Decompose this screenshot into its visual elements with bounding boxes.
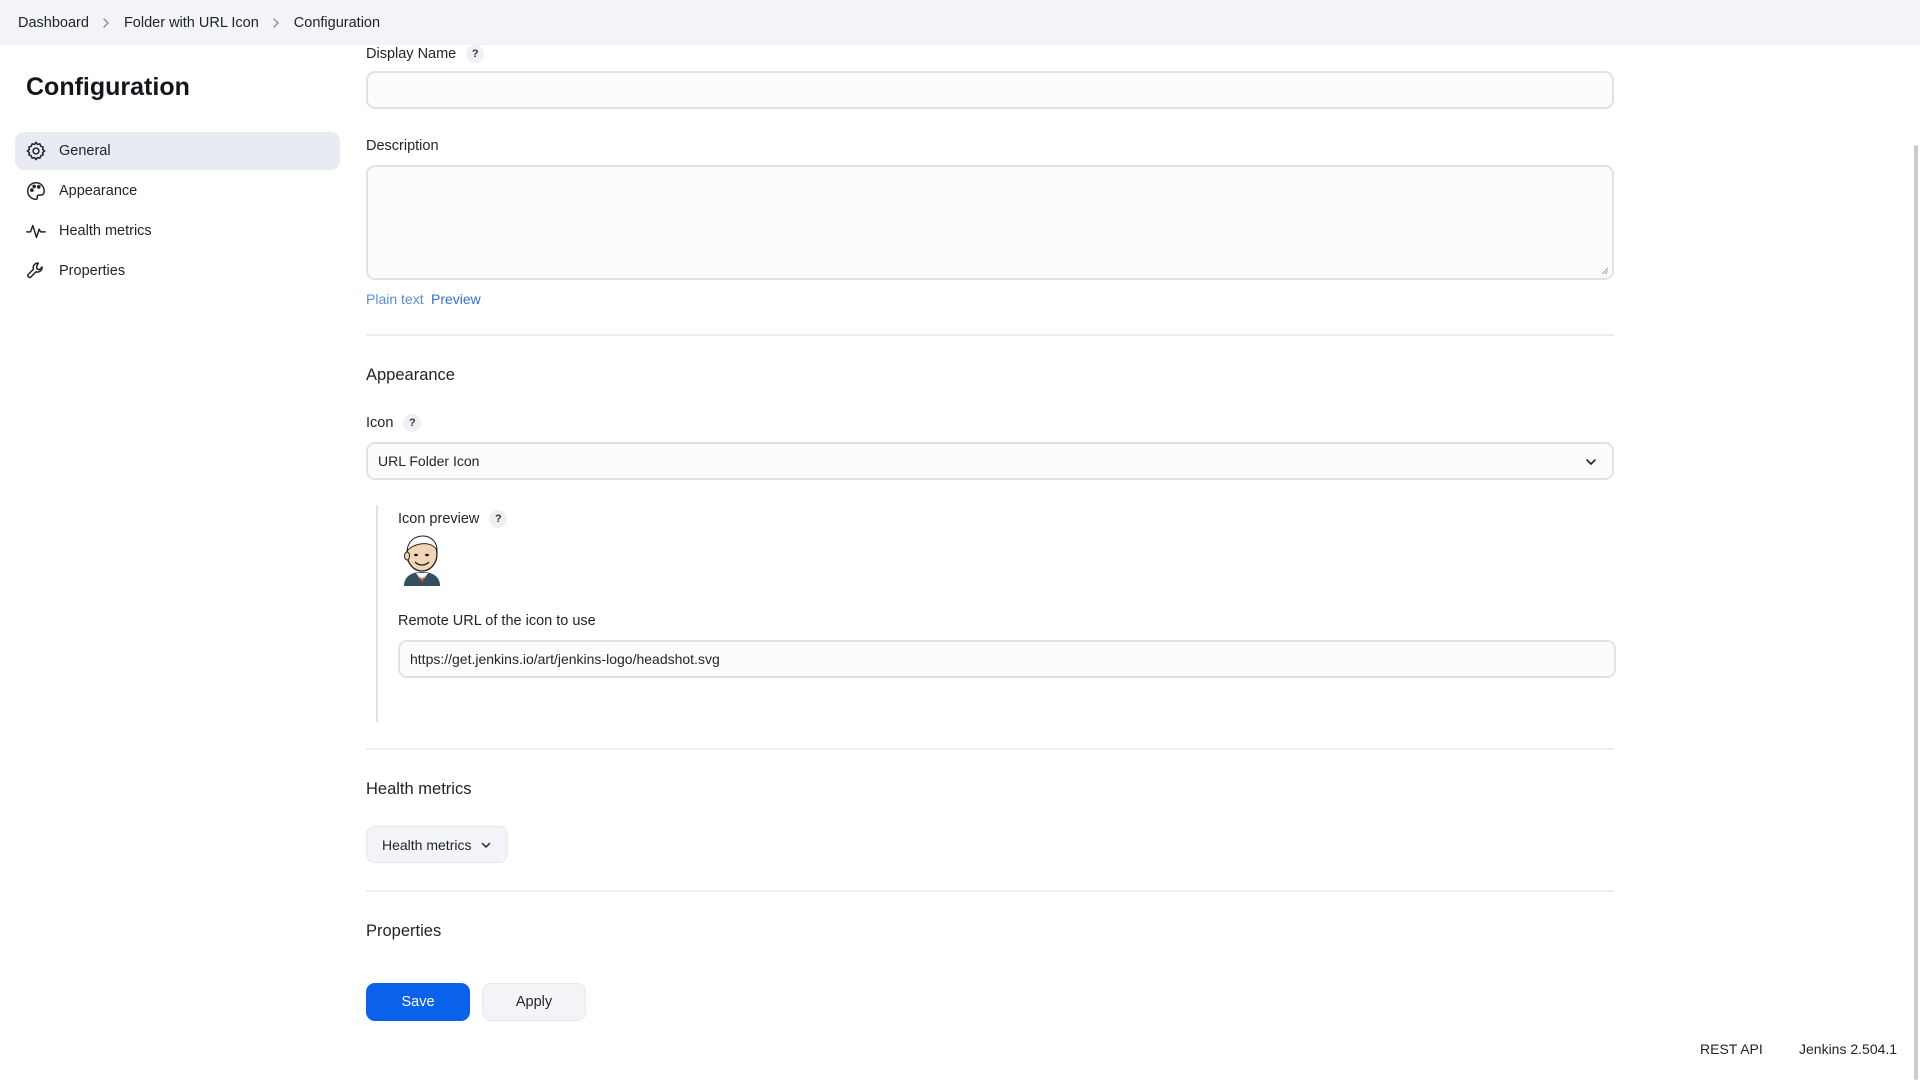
- description-textarea[interactable]: [366, 165, 1614, 280]
- icon-select[interactable]: URL Folder Icon: [366, 442, 1614, 480]
- section-divider: [366, 890, 1614, 892]
- description-label: Description: [366, 138, 439, 154]
- display-name-label: Display Name ?: [366, 45, 485, 63]
- help-icon[interactable]: ?: [403, 414, 422, 432]
- icon-preview-label: Icon preview ?: [398, 510, 508, 528]
- health-metrics-section-title: Health metrics: [366, 780, 472, 798]
- breadcrumb-folder-link[interactable]: Folder with URL Icon: [124, 15, 259, 31]
- chevron-right-icon: [259, 17, 294, 29]
- sidebar-item-appearance[interactable]: Appearance: [15, 172, 340, 210]
- rest-api-link[interactable]: REST API: [1700, 1041, 1763, 1057]
- sidebar-item-label: Appearance: [59, 183, 138, 199]
- breadcrumb-configuration[interactable]: Configuration: [294, 15, 380, 31]
- scrollbar-thumb[interactable]: [1914, 145, 1918, 1080]
- jenkins-headshot-icon: [404, 535, 440, 586]
- health-metrics-dropdown-button[interactable]: Health metrics: [366, 826, 509, 863]
- preview-link[interactable]: Preview: [431, 291, 481, 307]
- chevron-down-icon: [1586, 459, 1596, 465]
- save-button[interactable]: Save: [366, 983, 470, 1021]
- help-icon[interactable]: ?: [466, 45, 485, 63]
- apply-button[interactable]: Apply: [482, 983, 586, 1021]
- breadcrumb-dashboard-link[interactable]: Dashboard: [18, 15, 89, 31]
- wrench-icon: [25, 260, 47, 282]
- chevron-down-icon: [482, 842, 491, 848]
- sidebar-item-health-metrics[interactable]: Health metrics: [15, 212, 340, 250]
- gear-icon: [25, 140, 47, 162]
- appearance-section-title: Appearance: [366, 366, 455, 384]
- page-title: Configuration: [26, 73, 190, 101]
- sidebar-nav: General Appearance Health metrics Proper…: [15, 132, 340, 292]
- breadcrumb-bar: Dashboard Folder with URL Icon Configura…: [0, 0, 1920, 45]
- section-divider: [366, 748, 1614, 750]
- pulse-icon: [25, 220, 47, 242]
- resize-grip-icon[interactable]: [1601, 267, 1609, 275]
- icon-label: Icon ?: [366, 414, 422, 432]
- plain-text-link[interactable]: Plain text: [366, 291, 424, 307]
- sidebar-item-label: Properties: [59, 263, 126, 279]
- sidebar-item-general[interactable]: General: [15, 132, 340, 170]
- remote-url-input[interactable]: [398, 640, 1616, 678]
- icon-config-panel: Icon preview ? Remote URL of the icon to…: [376, 505, 1616, 722]
- chevron-right-icon: [89, 17, 124, 29]
- icon-select-value: URL Folder Icon: [378, 453, 480, 469]
- section-divider: [366, 334, 1614, 336]
- sidebar-item-label: General: [59, 143, 111, 159]
- display-name-input[interactable]: [366, 71, 1614, 109]
- jenkins-version-link[interactable]: Jenkins 2.504.1: [1799, 1041, 1897, 1057]
- sidebar-item-label: Health metrics: [59, 223, 152, 239]
- remote-url-label: Remote URL of the icon to use: [398, 613, 596, 629]
- sidebar-item-properties[interactable]: Properties: [15, 252, 340, 290]
- help-icon[interactable]: ?: [489, 510, 508, 528]
- properties-section-title: Properties: [366, 922, 442, 940]
- palette-icon: [25, 180, 47, 202]
